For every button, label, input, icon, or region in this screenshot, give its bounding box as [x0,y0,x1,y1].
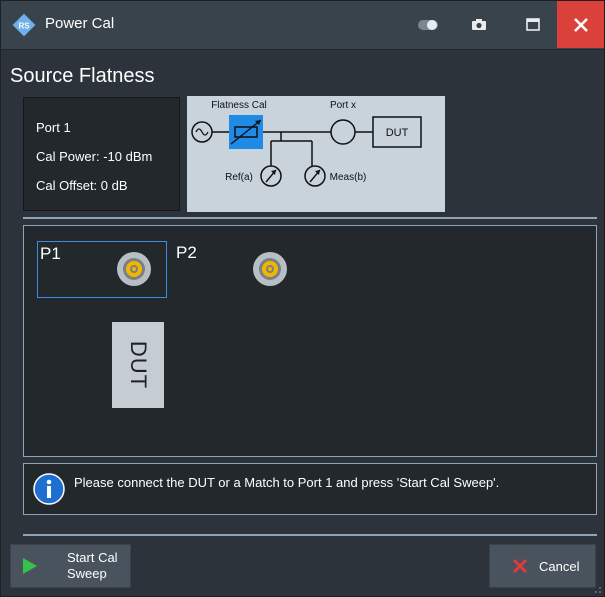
meas-text: Meas(b) [330,172,367,183]
port-x-text: Port x [330,100,356,111]
schematic-diagram: Flatness Cal Port x DUT Ref(a) Meas(b) [191,100,422,187]
camera-icon [472,19,486,30]
port-x-icon [330,119,356,145]
cal-power-label: Cal Power: -10 dBm [36,149,153,164]
play-icon [23,558,37,574]
toggle-icon [418,19,438,30]
port-p1-connector-icon [117,252,151,286]
port-p1-label: P1 [40,244,61,263]
port-connection-panel: P1 P2 DUT [23,225,597,457]
resize-grip-icon[interactable] [594,586,602,594]
cancel-label: Cancel [539,559,580,574]
dut-block[interactable]: DUT [112,322,164,408]
close-icon [573,17,588,32]
start-cal-sweep-label: Start Cal Sweep [67,550,118,581]
close-button[interactable] [557,1,604,48]
maximize-button[interactable] [511,1,555,48]
instruction-message: Please connect the DUT or a Match to Por… [23,463,597,515]
power-cal-dialog: RS Power Cal Source Flatness Port 1 Cal … [0,0,605,597]
info-icon [33,473,65,505]
svg-text:RS: RS [18,22,30,31]
cancel-button[interactable]: Cancel [489,544,596,588]
screenshot-button[interactable] [457,1,501,48]
port-p2-label: P2 [176,243,197,262]
section-divider [23,217,597,219]
port-label: Port 1 [36,120,71,135]
cal-info-panel: Port 1 Cal Power: -10 dBm Cal Offset: 0 … [23,97,180,211]
dut-schematic-text: DUT [386,127,409,139]
cancel-x-icon [512,558,528,574]
footer-divider [23,534,597,536]
rohde-schwarz-logo-icon: RS [13,14,35,36]
window-title: Power Cal [45,15,115,32]
page-title: Source Flatness [10,65,155,87]
start-cal-sweep-button[interactable]: Start Cal Sweep [10,544,131,588]
title-bar: RS Power Cal [1,1,604,50]
maximize-icon [526,18,540,31]
dut-label: DUT [126,340,151,390]
flatness-cal-schematic: Flatness Cal Port x DUT Ref(a) Meas(b) [187,96,445,212]
instruction-text: Please connect the DUT or a Match to Por… [74,475,500,490]
port-p2-connector-icon[interactable] [252,251,288,287]
ref-text: Ref(a) [225,172,253,183]
toggle-button[interactable] [407,1,451,48]
port-p1-selector[interactable]: P1 [37,241,167,298]
flatness-cal-text: Flatness Cal [211,100,267,111]
cal-offset-label: Cal Offset: 0 dB [36,178,128,193]
